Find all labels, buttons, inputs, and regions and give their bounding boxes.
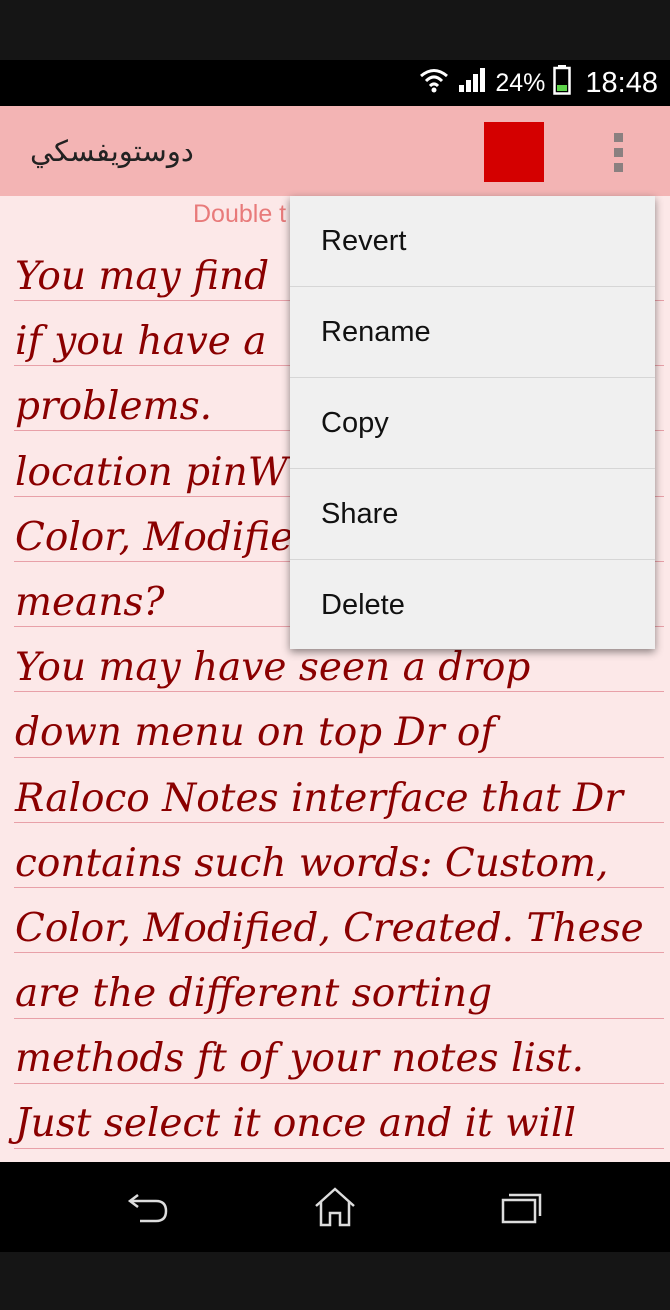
- note-line: Raloco Notes interface that Dr: [15, 775, 623, 821]
- note-line: are the different sorting: [15, 971, 493, 1017]
- clock: 18:48: [585, 66, 658, 99]
- app-bar: دوستويفسكي: [0, 106, 670, 196]
- menu-item-copy[interactable]: Copy: [290, 378, 655, 469]
- screen: 24% 18:48 دوستويفسكي Double t You may fi…: [0, 0, 670, 1310]
- navigation-bar: [0, 1162, 670, 1252]
- menu-item-delete[interactable]: Delete: [290, 560, 655, 651]
- menu-item-revert[interactable]: Revert: [290, 196, 655, 287]
- edit-hint: Double t: [193, 200, 287, 228]
- menu-item-share[interactable]: Share: [290, 469, 655, 560]
- back-icon[interactable]: [119, 1180, 179, 1234]
- battery-icon: [553, 64, 572, 102]
- overflow-dot: [613, 147, 623, 157]
- bottom-spacer: [0, 1252, 670, 1310]
- note-line: Just select it once and it will: [15, 1101, 576, 1147]
- home-icon[interactable]: [305, 1180, 365, 1234]
- battery-percent: 24%: [495, 68, 546, 97]
- wifi-icon: [419, 67, 449, 100]
- recents-icon[interactable]: [491, 1180, 551, 1234]
- note-line: Color, Modified, Created. These: [15, 905, 644, 951]
- more-vert-icon[interactable]: [600, 128, 636, 176]
- color-picker-button[interactable]: [484, 122, 544, 182]
- overflow-dot: [613, 162, 623, 172]
- note-line: down menu on top Dr of: [15, 710, 495, 756]
- note-title[interactable]: دوستويفسكي: [30, 106, 194, 196]
- status-icons: 24% 18:48: [419, 60, 658, 106]
- note-line: methods ft of your notes list.: [15, 1036, 584, 1082]
- status-bar: 24% 18:48: [0, 60, 670, 106]
- note-line: contains such words: Custom,: [15, 840, 609, 886]
- menu-item-rename[interactable]: Rename: [290, 287, 655, 378]
- overflow-dot: [613, 132, 623, 142]
- overflow-menu: Revert Rename Copy Share Delete: [290, 196, 655, 649]
- signal-icon: [457, 67, 487, 100]
- top-spacer: [0, 0, 670, 60]
